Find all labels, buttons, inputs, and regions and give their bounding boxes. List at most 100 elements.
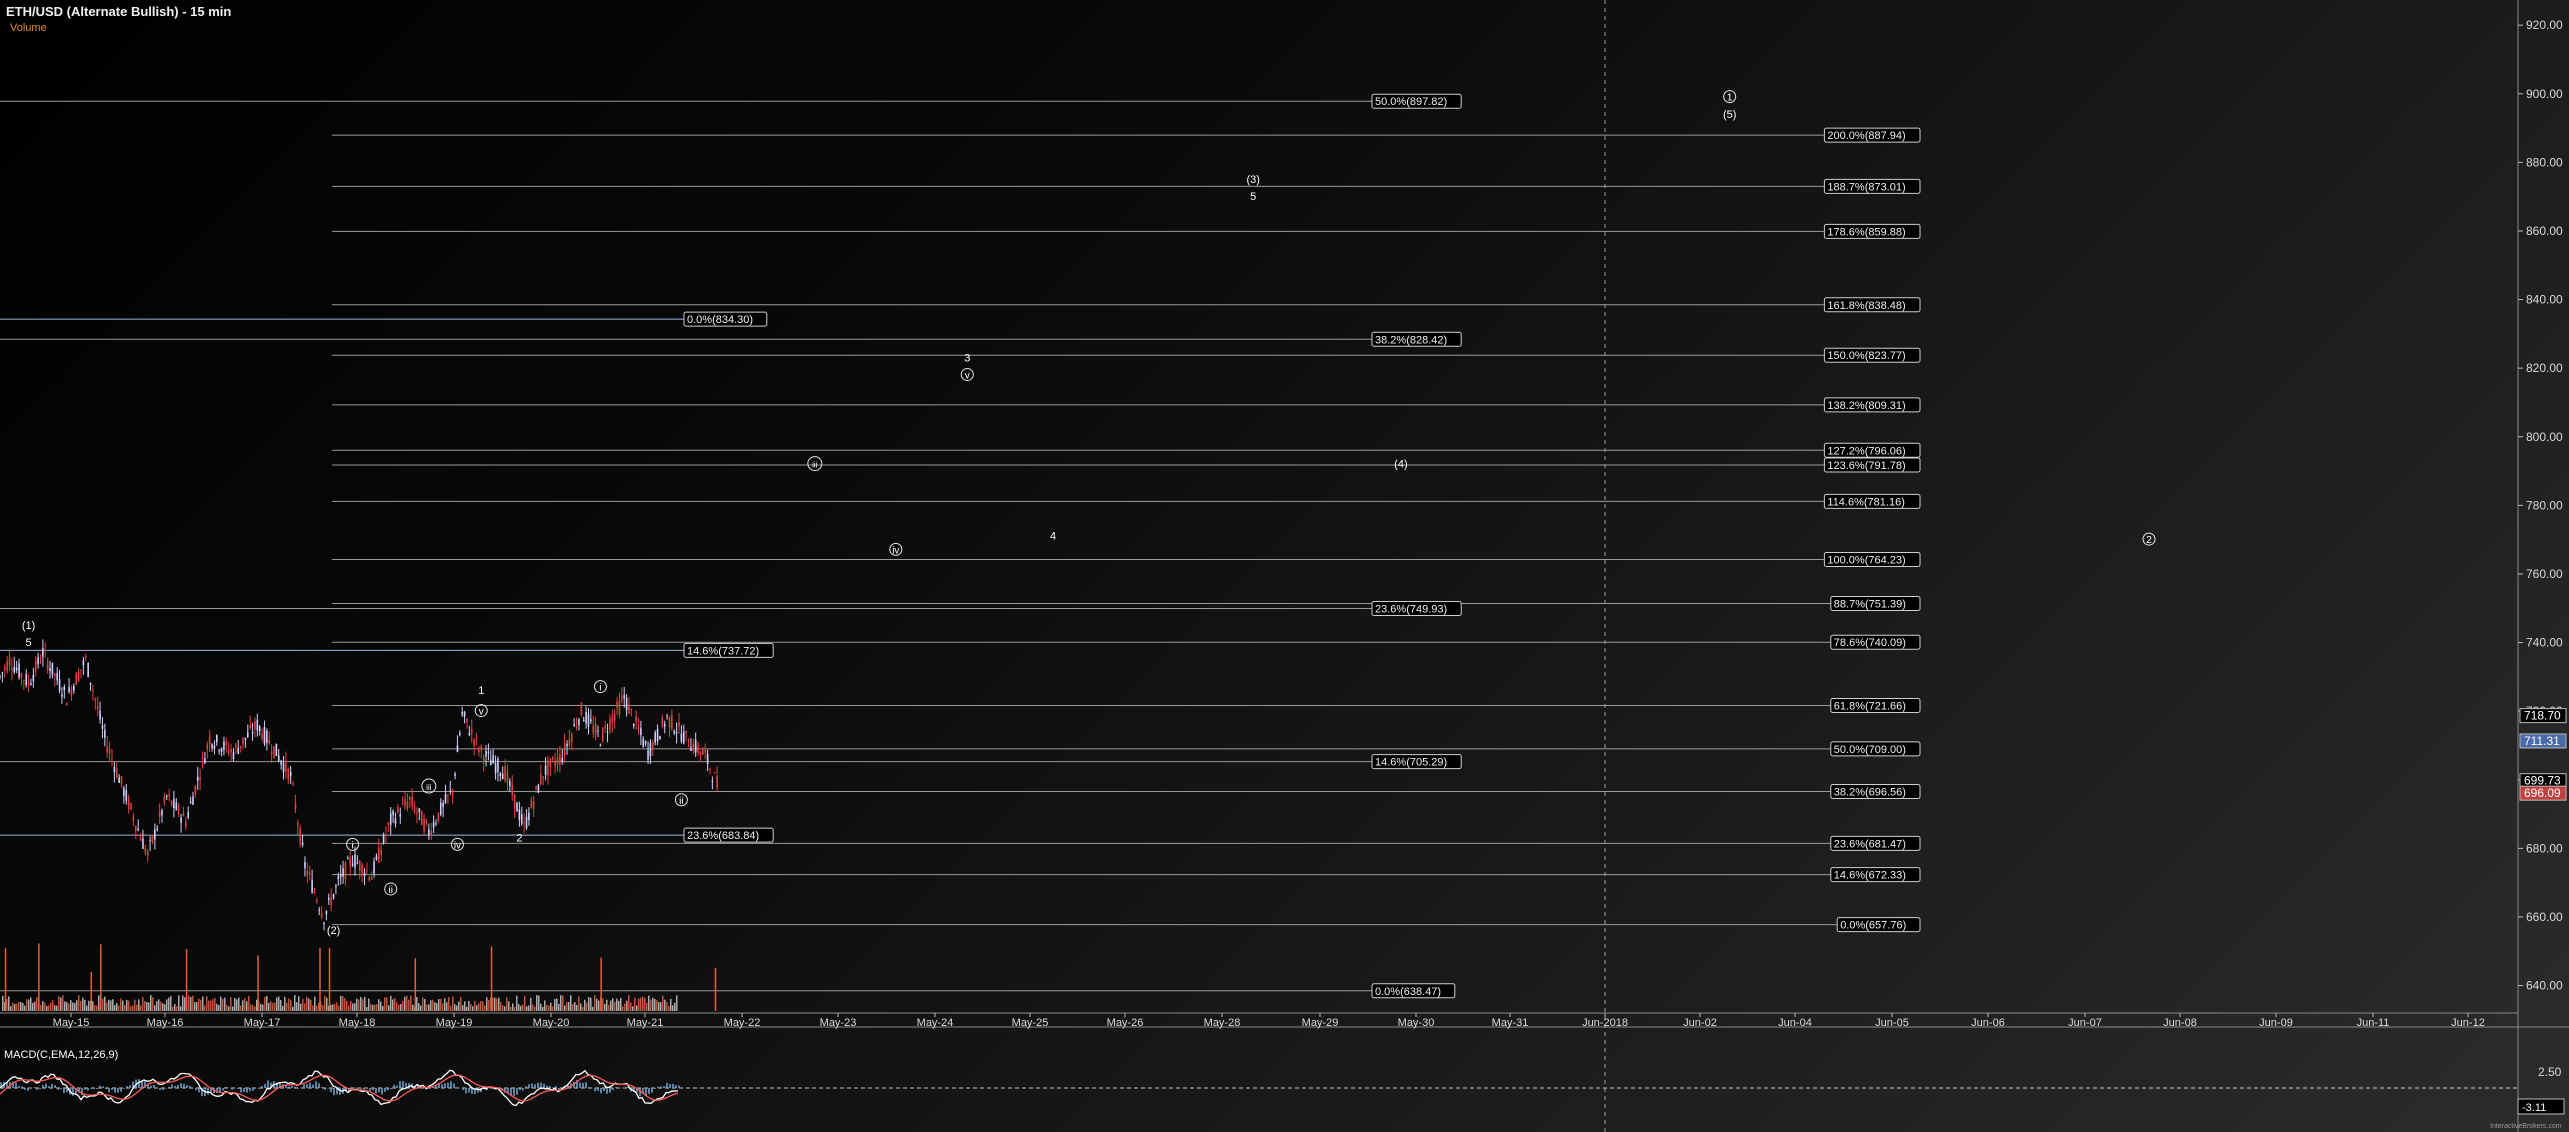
volume-spike (90, 971, 93, 1011)
macd-histogram-bar (162, 1088, 164, 1091)
volume-bar (446, 1002, 448, 1011)
wave-label: v (479, 707, 484, 718)
macd-histogram-bar (525, 1086, 527, 1088)
volume-bar (508, 1001, 510, 1011)
candle-body (158, 811, 161, 817)
volume-bar (92, 1001, 94, 1011)
candle-body (511, 785, 514, 795)
candle-body (380, 849, 382, 855)
x-tick-label: Jun-12 (2451, 1017, 2485, 1029)
candle-body (92, 690, 94, 692)
volume-bar (494, 997, 496, 1011)
fib-levels: 200.0%(887.94) 188.7%(873.01) 178.6%(859.8… (0, 93, 1921, 999)
macd-histogram-bar (252, 1088, 254, 1091)
macd-histogram-bar (534, 1084, 536, 1088)
candle-body (125, 790, 128, 801)
candle-body (599, 745, 602, 747)
volume-bar (388, 1005, 390, 1011)
macd-histogram-bar (519, 1088, 521, 1091)
candle-body (132, 816, 135, 821)
volume-bar (274, 1002, 276, 1011)
candle-body (544, 765, 547, 775)
candle-body (282, 763, 285, 773)
candle-body (168, 794, 170, 796)
candle-body (442, 802, 444, 807)
macd-histogram-bar (396, 1085, 398, 1088)
volume-bar (302, 998, 304, 1011)
candle-body (537, 784, 540, 793)
macd-histogram-bar (558, 1088, 560, 1090)
volume-bar (602, 998, 604, 1011)
candle-body (666, 715, 668, 717)
volume-bar (256, 999, 258, 1011)
volume-bar (552, 1006, 554, 1011)
volume-bar (450, 1005, 452, 1011)
volume-bar (122, 1000, 124, 1011)
y-tick-label: 780.00 (2526, 498, 2563, 512)
candle-body (225, 741, 228, 746)
candle-body (547, 760, 549, 776)
volume-bar (34, 1001, 36, 1011)
volume-bar (510, 1006, 512, 1011)
macd-histogram-bar (540, 1082, 542, 1088)
candle-body (640, 728, 642, 735)
volume-bar (234, 997, 236, 1011)
candle-body (654, 732, 656, 743)
macd-histogram-bar (108, 1088, 110, 1093)
candle-body (244, 737, 247, 740)
wave-label: 4 (1050, 531, 1056, 543)
candle-body (425, 819, 428, 823)
macd-histogram-bar (387, 1088, 389, 1091)
candle-body (697, 745, 699, 753)
candle-body (680, 733, 683, 742)
volume-bar (526, 1006, 528, 1011)
candle-body (642, 738, 645, 747)
volume-bar (200, 999, 202, 1011)
price-tag: 718.70 (2524, 709, 2561, 723)
volume-bar (568, 1002, 570, 1011)
candle-body (325, 911, 328, 915)
candle-body (459, 732, 461, 735)
volume-bar (206, 996, 208, 1011)
fib-label: 0.0%(834.30) (687, 314, 753, 326)
x-tick-label: May-19 (436, 1017, 473, 1029)
volume-bar (374, 1004, 376, 1011)
macd-histogram-bar (513, 1088, 515, 1097)
price-chart[interactable]: 200.0%(887.94) 188.7%(873.01) 178.6%(859.8… (0, 0, 2569, 1132)
candle-body (713, 772, 716, 774)
candle-body (623, 695, 626, 699)
candle-body (416, 812, 418, 814)
volume-bar (120, 998, 122, 1011)
wave-labels: (1)5(2)1v2iiiiiiiviiiiiiiv3v4(3)5(4)1(5)… (22, 90, 2156, 937)
macd-histogram-bar (384, 1088, 386, 1092)
candle-body (65, 703, 68, 706)
candle-body (335, 885, 337, 887)
volume-bar (560, 995, 562, 1011)
macd-histogram-bar (153, 1084, 155, 1088)
volume-bar (130, 1006, 132, 1011)
macd-histogram-bar (393, 1084, 395, 1088)
candle-body (375, 855, 378, 860)
macd-histogram-bar (339, 1088, 341, 1095)
volume-bar (516, 995, 518, 1011)
volume-bar (458, 1001, 460, 1011)
volume-bar (660, 1002, 662, 1011)
price-series (0, 639, 718, 931)
volume-bar (474, 1000, 476, 1011)
volume-bar (284, 996, 286, 1011)
candle-body (542, 776, 545, 778)
candle-body (211, 744, 213, 749)
candle-body (182, 812, 185, 816)
candle-body (270, 751, 273, 754)
wave-label: (4) (1394, 459, 1407, 471)
candle-body (0, 675, 1, 678)
volume-bar (8, 996, 10, 1011)
volume-bar (54, 1005, 56, 1011)
candle-body (330, 897, 332, 906)
candle-body (96, 706, 99, 710)
volume-bar (82, 997, 84, 1011)
macd-histogram-bar (297, 1088, 299, 1089)
volume-bar (502, 1005, 504, 1011)
macd-histogram-bar (183, 1083, 185, 1088)
candle-body (135, 825, 137, 832)
